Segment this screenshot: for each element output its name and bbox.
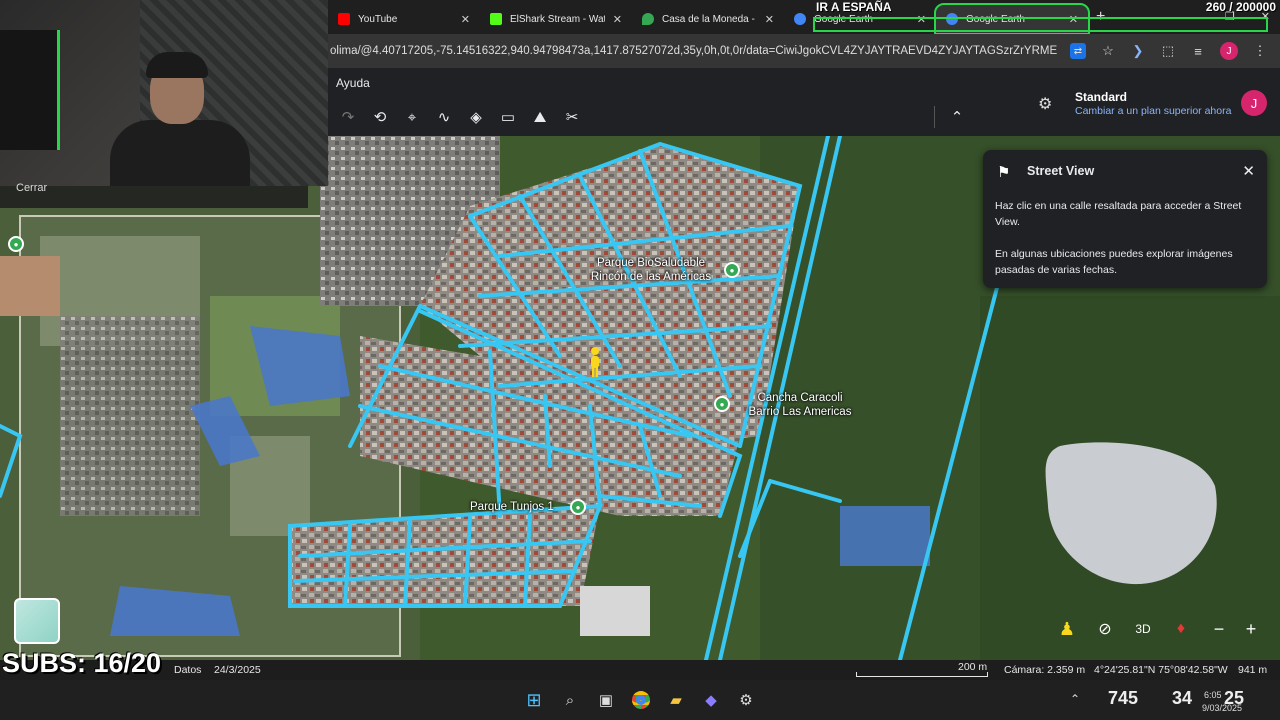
- file-explorer-icon[interactable]: ▰: [666, 690, 686, 710]
- chrome-icon[interactable]: [631, 690, 651, 710]
- map-label-parque-biosaludable[interactable]: Parque BioSaludable Rincón de las Améric…: [586, 256, 716, 284]
- map-label-cancha-caracoli[interactable]: Cancha Caracoli Barrio Las Americas: [744, 391, 856, 419]
- camera-altitude: Cámara: 2.359 m: [1004, 664, 1086, 676]
- account-avatar[interactable]: J: [1241, 90, 1267, 116]
- street-view-text-1: Haz clic en una calle resaltada para acc…: [995, 200, 1242, 228]
- youtube-icon: [338, 13, 350, 25]
- address-bar: olima/@4.40717205,-75.14516322,940.94798…: [328, 34, 1280, 68]
- tab-label: Casa de la Moneda - G: [662, 13, 757, 25]
- install-app-icon[interactable]: ⇄: [1070, 43, 1086, 59]
- bookmark-star-icon[interactable]: ☆: [1100, 43, 1116, 59]
- tab-casa-de-la-moneda[interactable]: Casa de la Moneda - G ✕: [632, 5, 784, 33]
- earth-icon: [794, 13, 806, 25]
- redo-icon[interactable]: ↷: [338, 107, 358, 127]
- compass-north-icon[interactable]: ♦: [1168, 616, 1194, 642]
- tools-icon[interactable]: ✂: [562, 107, 582, 127]
- toggle-3d-button[interactable]: 3D: [1130, 616, 1156, 642]
- pegman-button[interactable]: ♟: [1054, 616, 1080, 642]
- tab-label: YouTube: [358, 13, 398, 25]
- task-view-icon[interactable]: ▣: [596, 690, 616, 710]
- streamer-cap: [146, 52, 208, 78]
- upgrade-plan-link[interactable]: Cambiar a un plan superior ahora: [1075, 105, 1231, 117]
- tab-label: ElShark Stream - Watc: [510, 13, 605, 25]
- menu-ayuda[interactable]: Ayuda: [336, 76, 370, 90]
- settings-gear-icon[interactable]: ⚙: [1038, 94, 1056, 113]
- measure-icon[interactable]: ▭: [498, 107, 518, 127]
- goal-counter: 260 / 200000: [1205, 0, 1276, 14]
- street-view-title: Street View: [1027, 164, 1095, 178]
- tab-elshark-stream[interactable]: ElShark Stream - Watc ✕: [480, 5, 632, 33]
- earth-status-bar: Datos 24/3/2025 200 m Cámara: 2.359 m 4°…: [0, 660, 1280, 680]
- pegman-icon[interactable]: [587, 346, 603, 378]
- clock-date[interactable]: 9/03/2025: [1202, 703, 1242, 713]
- profile-avatar[interactable]: J: [1220, 42, 1238, 60]
- tray-stat-1: 745: [1108, 688, 1139, 708]
- tray-stat-2: 34: [1172, 688, 1193, 708]
- subs-counter: SUBS: 16/20: [2, 648, 162, 678]
- streamer-body: [110, 120, 250, 186]
- park-pin-icon[interactable]: ●: [724, 262, 740, 278]
- app-diamond-icon[interactable]: ◆: [701, 690, 721, 710]
- compass-reset-icon[interactable]: ⊘: [1092, 616, 1118, 642]
- zoom-out-button[interactable]: −: [1206, 616, 1232, 642]
- elevation: 941 m: [1238, 664, 1268, 676]
- cerrar-button[interactable]: Cerrar: [16, 182, 47, 194]
- add-image-icon[interactable]: ⛰: [530, 107, 550, 127]
- app-gear-icon[interactable]: ⚙: [736, 690, 756, 710]
- webcam-overlay: [0, 0, 328, 186]
- close-icon[interactable]: ✕: [613, 13, 622, 26]
- imagery-date: 24/3/2025: [214, 664, 261, 676]
- extension-wave-icon[interactable]: ❯: [1130, 43, 1146, 59]
- goal-title: IR A ESPAÑA: [816, 0, 892, 14]
- street-view-text-2: En algunas ubicaciones puedes explorar i…: [995, 248, 1233, 276]
- close-icon[interactable]: ✕: [461, 13, 470, 26]
- map-label-parque-tunjos[interactable]: Parque Tunjos 1: [470, 500, 554, 514]
- history-icon[interactable]: ⟲: [370, 107, 390, 127]
- zoom-in-button[interactable]: +: [1238, 616, 1264, 642]
- clock-time[interactable]: 6:05: [1204, 690, 1222, 700]
- pc-tower: [0, 30, 60, 150]
- search-icon[interactable]: ⌕: [560, 690, 580, 710]
- map-style-thumbnail[interactable]: [14, 598, 60, 644]
- add-path-icon[interactable]: ∿: [434, 107, 454, 127]
- park-pin-icon[interactable]: ●: [570, 499, 586, 515]
- maps-pin-icon: [642, 13, 654, 25]
- tray-chevron-icon[interactable]: ⌃: [1070, 692, 1080, 706]
- park-pin-icon[interactable]: ●: [714, 396, 730, 412]
- media-queue-icon[interactable]: ≡: [1190, 43, 1206, 59]
- desktop: Parque BioSaludable Rincón de las Améric…: [0, 0, 1280, 720]
- close-icon[interactable]: ✕: [1242, 162, 1255, 180]
- street-view-card: ⚑ Street View ✕ Haz clic en una calle re…: [983, 150, 1267, 288]
- cursor-coordinates: 4°24'25.81"N 75°08'42.58"W: [1094, 664, 1228, 676]
- extensions-puzzle-icon[interactable]: ⬚: [1160, 43, 1176, 59]
- address-bar-icons: ⇄ ☆ ❯ ⬚ ≡ J ⋮: [1058, 42, 1280, 60]
- tab-youtube[interactable]: YouTube ✕: [328, 5, 480, 33]
- url-field[interactable]: olima/@4.40717205,-75.14516322,940.94798…: [328, 45, 1058, 57]
- layers-icon[interactable]: ◈: [466, 107, 486, 127]
- collapse-chevron-icon[interactable]: ⌃: [947, 107, 967, 127]
- more-menu-icon[interactable]: ⋮: [1252, 43, 1268, 59]
- plan-title: Standard: [1075, 90, 1128, 104]
- scale-bar: [856, 672, 988, 677]
- attribution-text[interactable]: Datos: [174, 664, 201, 676]
- earth-toolbar: ↷ ⟲ ⌖ ∿ ◈ ▭ ⛰ ✂ ⌃: [328, 98, 1013, 136]
- park-pin-icon[interactable]: ●: [8, 236, 24, 252]
- toolbar-divider: [934, 106, 935, 128]
- kick-icon: [490, 13, 502, 25]
- close-icon[interactable]: ✕: [765, 13, 774, 26]
- add-placemark-icon[interactable]: ⌖: [402, 107, 422, 127]
- windows-start-icon[interactable]: ⊞: [524, 690, 544, 710]
- goal-progress-frame: [813, 17, 1268, 32]
- street-view-icon: ⚑: [997, 164, 1011, 181]
